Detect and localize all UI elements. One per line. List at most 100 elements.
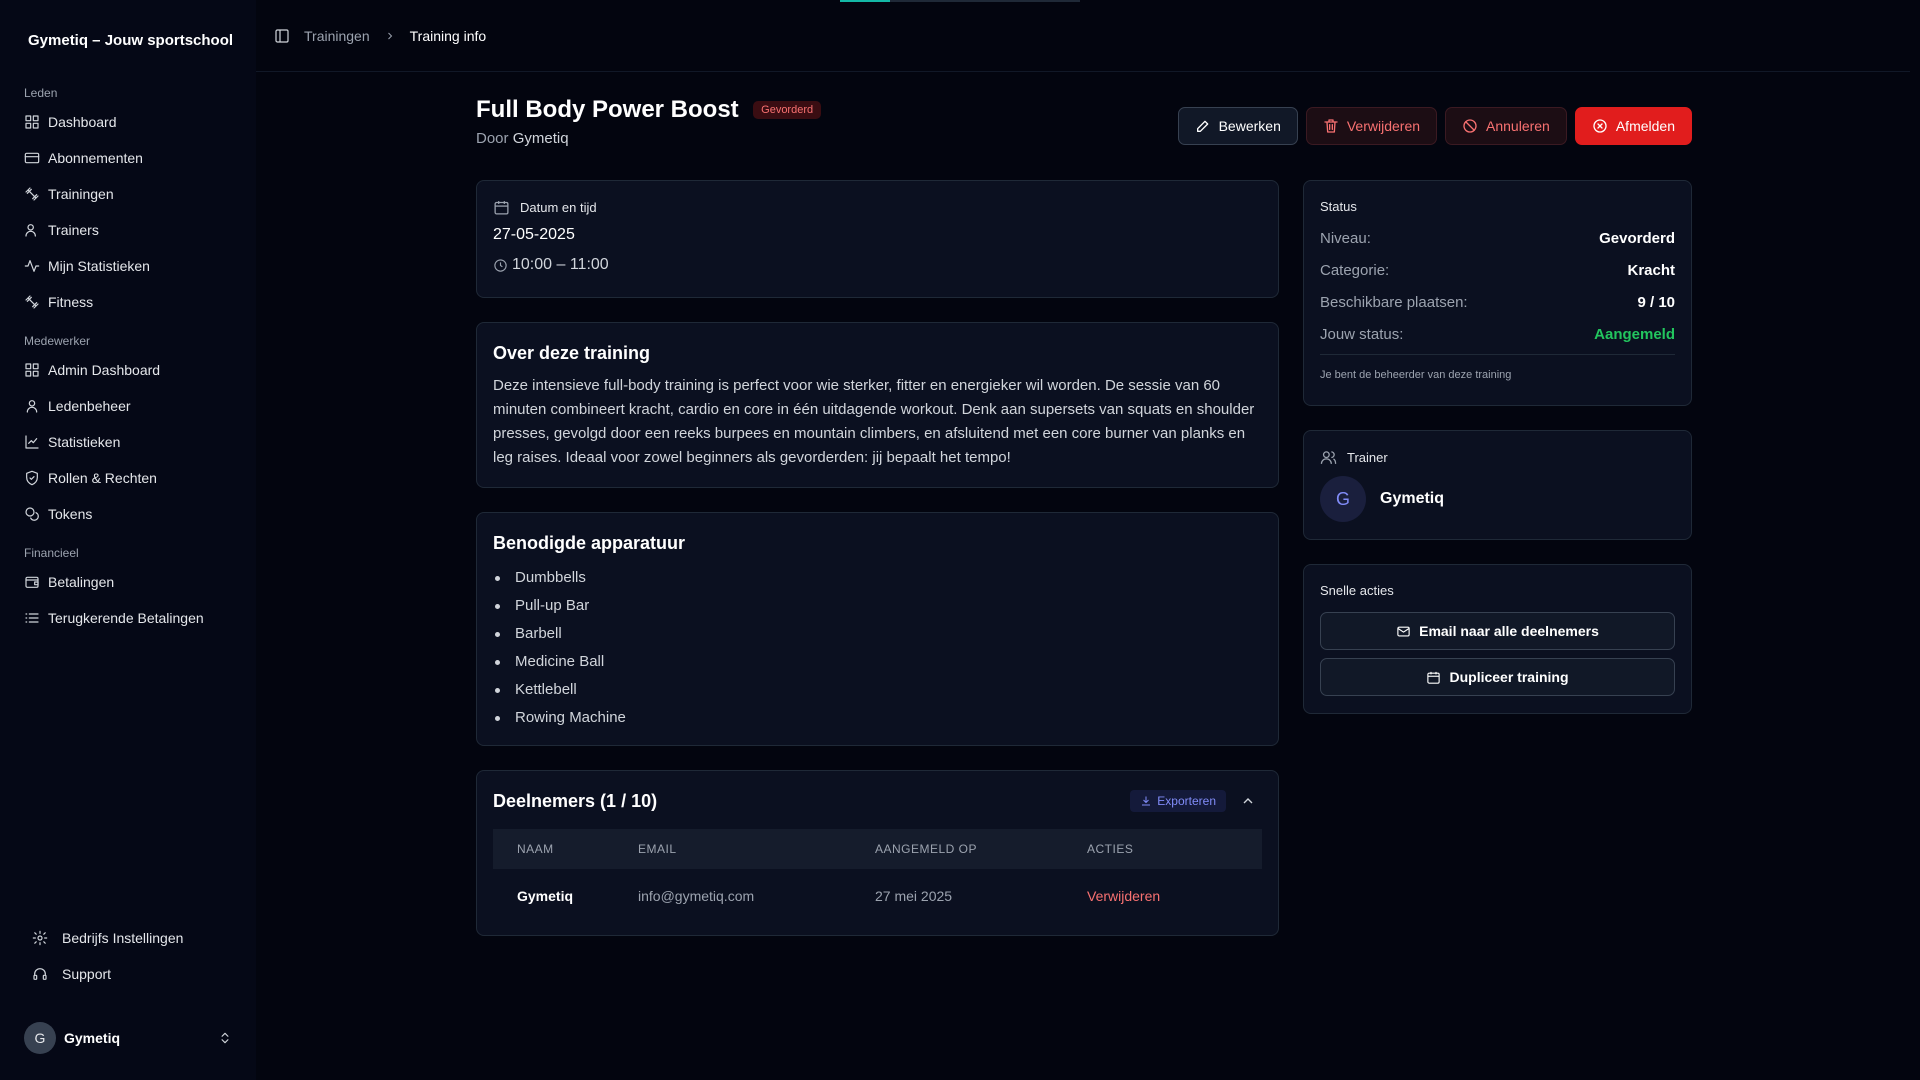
breadcrumb: Trainingen Training info <box>304 28 486 44</box>
quick-actions-card: Snelle acties Email naar alle deelnemers… <box>1303 564 1692 714</box>
participants-table: NAAM EMAIL AANGEMELD OP ACTIES Gymetiq i… <box>493 829 1262 923</box>
sidebar-item-label: Admin Dashboard <box>48 362 161 378</box>
sidebar-item-tokens[interactable]: Tokens <box>0 496 256 532</box>
owner-note: Je bent de beheerder van deze training <box>1320 369 1512 381</box>
trainer-card: Trainer G Gymetiq <box>1303 430 1692 540</box>
sidebar-item-support[interactable]: Support <box>0 956 256 992</box>
training-date: 27-05-2025 <box>493 226 575 243</box>
signoff-button[interactable]: Afmelden <box>1574 107 1692 145</box>
column-header: AANGEMELD OP <box>875 842 978 856</box>
byline-name: Gymetiq <box>512 130 569 147</box>
sidebar-item-ledenbeheer[interactable]: Ledenbeheer <box>0 388 256 424</box>
coins-icon <box>25 507 39 521</box>
equipment-card: Benodigde apparatuur Dumbbells Pull-up B… <box>476 512 1279 746</box>
breadcrumb-trainingen[interactable]: Trainingen <box>304 28 370 44</box>
sidebar-item-label: Ledenbeheer <box>48 398 131 414</box>
about-card: Over deze training Deze intensieve full-… <box>476 322 1279 488</box>
table-row: Gymetiq info@gymetiq.com 27 mei 2025 Ver… <box>493 869 1262 923</box>
status-key: Categorie: <box>1320 261 1390 279</box>
export-button[interactable]: Exporteren <box>1130 790 1226 812</box>
dumbbell-icon <box>25 295 39 309</box>
sidebar-item-betalingen[interactable]: Betalingen <box>0 564 256 600</box>
sidebar-item-abonnementen[interactable]: Abonnementen <box>0 140 256 176</box>
status-row-spots: Beschikbare plaatsen: 9 / 10 <box>1320 286 1675 318</box>
shield-icon <box>26 470 38 486</box>
avatar: G <box>1320 476 1366 522</box>
nav-group-financieel: Financieel <box>24 546 79 560</box>
breadcrumb-current: Training info <box>409 27 487 44</box>
chevron-up-down-icon <box>221 1032 229 1044</box>
chevron-up-icon[interactable] <box>1240 793 1256 809</box>
list-item: Barbell <box>493 620 1262 648</box>
sidebar-item-label: Abonnementen <box>48 150 143 166</box>
remove-participant-link[interactable]: Verwijderen <box>1087 888 1262 904</box>
user-name: Gymetiq <box>64 1030 121 1046</box>
sidebar-item-statistieken[interactable]: Statistieken <box>0 424 256 460</box>
page-title: Full Body Power Boost <box>476 96 739 123</box>
credit-card-icon <box>24 152 40 164</box>
clock-icon <box>494 258 507 272</box>
sidebar-toggle-icon[interactable] <box>274 28 290 44</box>
calendar-icon <box>1427 671 1441 684</box>
sidebar-item-label: Support <box>62 966 112 982</box>
sidebar-item-bedrijfs-instellingen[interactable]: Bedrijfs Instellingen <box>0 920 256 956</box>
trainer-name: Gymetiq <box>1380 490 1445 507</box>
email-all-button[interactable]: Email naar alle deelnemers <box>1320 612 1675 650</box>
edit-button-label: Bewerken <box>1218 118 1281 134</box>
sidebar-item-fitness[interactable]: Fitness <box>0 284 256 320</box>
status-key: Beschikbare plaatsen: <box>1320 293 1468 311</box>
trainer-label: Trainer <box>1347 450 1388 465</box>
level-badge: Gevorderd <box>753 101 822 119</box>
participant-date: 27 mei 2025 <box>875 888 953 904</box>
sidebar: Gymetiq – Jouw sportschool Leden Dashboa… <box>0 0 256 1080</box>
divider <box>1320 354 1675 355</box>
list-item: Kettlebell <box>493 676 1262 704</box>
table-header: NAAM EMAIL AANGEMELD OP ACTIES <box>493 829 1262 869</box>
participants-title: Deelnemers (1 / 10) <box>493 790 658 811</box>
avatar: G <box>24 1022 56 1054</box>
list-item: Rowing Machine <box>493 704 1262 732</box>
status-value: Gevorderd <box>1599 229 1675 247</box>
sidebar-item-label: Statistieken <box>48 434 121 450</box>
status-badge: Aangemeld <box>1594 325 1675 343</box>
participants-card: Deelnemers (1 / 10) Exporteren NAAM EMAI… <box>476 770 1279 936</box>
quick-actions-title: Snelle acties <box>1320 583 1394 598</box>
sidebar-item-label: Mijn Statistieken <box>48 258 150 274</box>
participants-header: Deelnemers (1 / 10) Exporteren <box>493 789 1262 813</box>
edit-button[interactable]: Bewerken <box>1177 107 1298 145</box>
export-button-label: Exporteren <box>1157 794 1216 808</box>
chart-icon <box>25 435 39 449</box>
trainer-info: G Gymetiq <box>1320 476 1675 522</box>
chevron-right-icon <box>387 32 392 39</box>
participant-name: Gymetiq <box>517 888 574 904</box>
ban-icon <box>1463 119 1477 133</box>
equipment-title: Benodigde apparatuur <box>493 533 686 553</box>
sidebar-item-admin-dashboard[interactable]: Admin Dashboard <box>0 352 256 388</box>
sidebar-item-label: Rollen & Rechten <box>48 470 157 486</box>
delete-button[interactable]: Verwijderen <box>1305 107 1438 145</box>
mail-icon <box>1397 626 1410 636</box>
duplicate-training-button[interactable]: Dupliceer training <box>1320 658 1675 696</box>
nav-group-leden: Leden <box>24 86 58 100</box>
sidebar-item-trainingen[interactable]: Trainingen <box>0 176 256 212</box>
about-text: Deze intensieve full-body training is pe… <box>493 377 1255 466</box>
sidebar-item-rollen-rechten[interactable]: Rollen & Rechten <box>0 460 256 496</box>
grid-icon <box>25 115 39 129</box>
status-card: Status Niveau: Gevorderd Categorie: Krac… <box>1303 180 1692 406</box>
cancel-button[interactable]: Annuleren <box>1445 107 1567 145</box>
about-title: Over deze training <box>493 343 651 363</box>
sidebar-item-dashboard[interactable]: Dashboard <box>0 104 256 140</box>
pencil-icon <box>1196 120 1208 132</box>
email-all-label: Email naar alle deelnemers <box>1419 623 1599 639</box>
calendar-icon <box>494 201 509 215</box>
column-header: EMAIL <box>638 842 677 856</box>
user-menu[interactable]: G Gymetiq <box>24 1018 232 1058</box>
training-time: 10:00 – 11:00 <box>512 256 609 273</box>
gear-icon <box>32 930 48 946</box>
training-time-row: 10:00 – 11:00 <box>493 256 1262 274</box>
duplicate-training-label: Dupliceer training <box>1449 669 1569 685</box>
sidebar-item-mijn-statistieken[interactable]: Mijn Statistieken <box>0 248 256 284</box>
sidebar-item-trainers[interactable]: Trainers <box>0 212 256 248</box>
sidebar-item-terugkerende-betalingen[interactable]: Terugkerende Betalingen <box>0 600 256 636</box>
status-value: Kracht <box>1627 261 1675 279</box>
